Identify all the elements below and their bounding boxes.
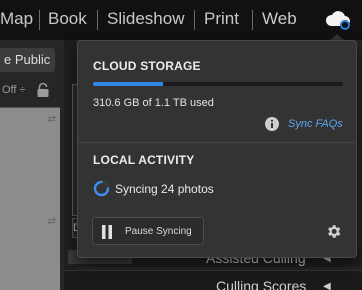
cloud-sync-icon[interactable]: [324, 6, 354, 34]
module-divider: [97, 10, 98, 30]
module-divider: [39, 10, 40, 30]
module-map[interactable]: Map: [0, 9, 33, 29]
pause-syncing-label: Pause Syncing: [125, 226, 192, 237]
storage-progress-bar: [93, 82, 343, 86]
lightroom-window: Map Book Slideshow Print Web e Public Of…: [0, 0, 362, 290]
storage-progress-fill: [93, 82, 163, 86]
sync-faqs-link[interactable]: Sync FAQs: [288, 118, 343, 130]
sync-status-text: Syncing 24 photos: [115, 182, 214, 196]
info-icon[interactable]: [265, 117, 279, 131]
module-slideshow[interactable]: Slideshow: [107, 9, 185, 29]
row-arrow-icon: ⇄: [47, 216, 56, 227]
sync-spinner-icon: [93, 180, 110, 197]
pause-icon: [101, 225, 113, 239]
gear-icon[interactable]: [325, 223, 342, 240]
module-print[interactable]: Print: [204, 9, 239, 29]
expand-triangle-icon[interactable]: ◀: [323, 281, 331, 290]
culling-scores-label: Culling Scores: [216, 278, 307, 290]
cloud-sync-popup: CLOUD STORAGE 310.6 GB of 1.1 TB used Sy…: [77, 40, 357, 258]
section-divider: [78, 142, 356, 143]
left-list: ⇄ ⇄: [0, 107, 60, 290]
module-divider: [194, 10, 195, 30]
pause-syncing-button[interactable]: Pause Syncing: [92, 217, 204, 245]
make-public-button[interactable]: e Public: [0, 48, 55, 72]
row-arrow-icon: ⇄: [47, 114, 56, 125]
module-divider: [252, 10, 253, 30]
local-activity-title: LOCAL ACTIVITY: [93, 153, 195, 167]
module-web[interactable]: Web: [262, 9, 297, 29]
module-book[interactable]: Book: [48, 9, 87, 29]
cloud-storage-title: CLOUD STORAGE: [93, 59, 201, 73]
storage-used-text: 310.6 GB of 1.1 TB used: [93, 97, 214, 109]
off-select[interactable]: Off ÷: [2, 84, 26, 96]
culling-scores-row[interactable]: [64, 270, 362, 290]
lock-icon[interactable]: [36, 82, 50, 98]
module-picker: Map Book Slideshow Print Web: [0, 0, 362, 40]
